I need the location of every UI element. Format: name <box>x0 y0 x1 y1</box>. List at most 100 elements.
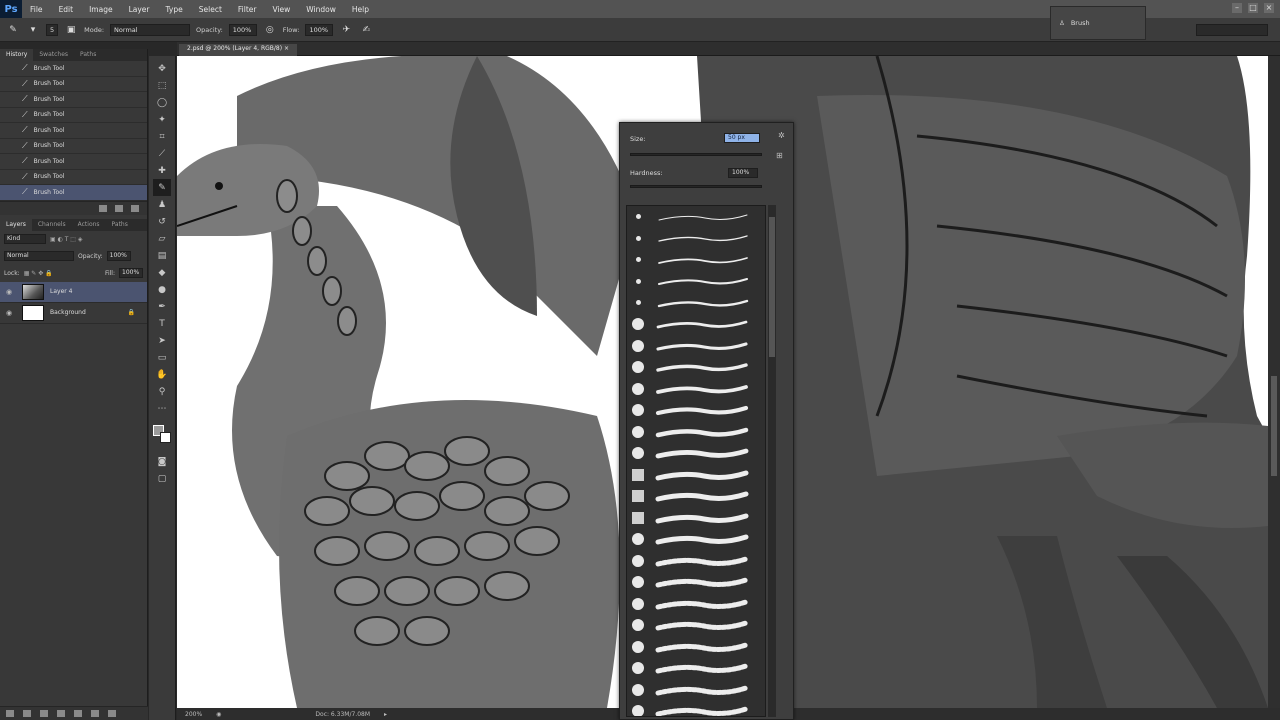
status-menu-arrow-icon[interactable]: ▸ <box>384 711 387 718</box>
brush-preset-item[interactable] <box>627 507 765 529</box>
brush-preset-item[interactable] <box>627 357 765 379</box>
brush-panel-toggle-icon[interactable]: ▣ <box>64 23 78 37</box>
tab-paths[interactable]: Paths <box>74 49 102 61</box>
healing-tool-icon[interactable]: ✚ <box>153 162 171 179</box>
airbrush-icon[interactable]: ✈ <box>339 23 353 37</box>
flow-field[interactable]: 100% <box>305 23 334 36</box>
size-slider[interactable] <box>630 153 762 156</box>
brush-tool-icon[interactable]: ✎ <box>153 179 171 196</box>
lasso-tool-icon[interactable]: ◯ <box>153 94 171 111</box>
background-color-swatch[interactable] <box>160 432 171 443</box>
brush-tool-icon[interactable]: ✎ <box>6 23 20 37</box>
brush-preset-item[interactable] <box>627 550 765 572</box>
menu-type[interactable]: Type <box>158 5 191 14</box>
maximize-icon[interactable]: □ <box>1248 3 1258 13</box>
brush-size-preview[interactable]: 5 <box>46 23 59 36</box>
shape-tool-icon[interactable]: ▭ <box>153 349 171 366</box>
eye-icon[interactable]: ◉ <box>6 309 16 317</box>
zoom-level[interactable]: 200% <box>185 711 202 718</box>
mode-select[interactable]: Normal <box>110 23 191 36</box>
history-item[interactable]: ⟋ Brush Tool <box>0 123 147 139</box>
brush-preset-item[interactable] <box>627 464 765 486</box>
snapshot-icon[interactable] <box>115 204 123 212</box>
history-item[interactable]: ⟋ Brush Tool <box>0 170 147 185</box>
brush-preset-item[interactable] <box>627 249 765 271</box>
brush-preset-item[interactable] <box>627 271 765 293</box>
history-item[interactable]: ⟋ Brush Tool <box>0 77 147 92</box>
clone-stamp-tool-icon[interactable]: ♟ <box>153 196 171 213</box>
brush-preset-item[interactable] <box>627 314 765 336</box>
zoom-tool-icon[interactable]: ⚲ <box>153 383 171 400</box>
close-icon[interactable]: × <box>284 45 289 52</box>
canvas-vertical-scrollbar[interactable] <box>1268 56 1280 708</box>
quick-select-tool-icon[interactable]: ✦ <box>153 111 171 128</box>
quick-mask-icon[interactable]: ◙ <box>153 453 171 470</box>
hand-tool-icon[interactable]: ✋ <box>153 366 171 383</box>
trash-icon[interactable] <box>108 710 116 717</box>
brush-preset-item[interactable] <box>627 486 765 508</box>
brush-preset-item[interactable] <box>627 701 765 716</box>
menu-select[interactable]: Select <box>191 5 230 14</box>
workspace-select[interactable] <box>1196 24 1268 36</box>
brush-preset-item[interactable] <box>627 228 765 250</box>
chevron-down-icon[interactable]: ▾ <box>26 23 40 37</box>
path-select-tool-icon[interactable]: ➤ <box>153 332 171 349</box>
close-icon[interactable]: × <box>1264 3 1274 13</box>
lock-icons[interactable]: ▦ ✎ ✥ 🔒 <box>24 270 53 277</box>
tab-channels[interactable]: Channels <box>32 219 72 231</box>
brush-preset-item[interactable] <box>627 292 765 314</box>
brush-presets-panel[interactable]: ♙ Brush <box>1050 6 1146 40</box>
minimize-icon[interactable]: – <box>1232 3 1242 13</box>
settings-gear-icon[interactable]: ✲ <box>778 131 785 140</box>
history-item[interactable]: ⟋ Brush Tool <box>0 154 147 170</box>
history-item[interactable]: ⟋ Brush Tool <box>0 92 147 108</box>
move-tool-icon[interactable]: ✥ <box>153 60 171 77</box>
brush-preset-item[interactable] <box>627 421 765 443</box>
crop-tool-icon[interactable]: ⌗ <box>153 128 171 145</box>
eraser-tool-icon[interactable]: ▱ <box>153 230 171 247</box>
tab-history[interactable]: History <box>0 49 34 61</box>
menu-image[interactable]: Image <box>81 5 121 14</box>
brush-preset-item[interactable] <box>627 593 765 615</box>
filter-icons[interactable]: ▣ ◐ T ⬚ ◈ <box>50 236 82 243</box>
tab-swatches[interactable]: Swatches <box>33 49 74 61</box>
brush-list-scrollbar[interactable] <box>768 205 776 717</box>
fill-field[interactable]: 100% <box>119 268 143 278</box>
new-preset-icon[interactable]: ⊞ <box>776 151 783 160</box>
type-tool-icon[interactable]: T <box>153 315 171 332</box>
pressure-opacity-icon[interactable]: ◎ <box>263 23 277 37</box>
menu-file[interactable]: File <box>22 5 51 14</box>
blur-tool-icon[interactable]: ◆ <box>153 264 171 281</box>
scrollbar-thumb[interactable] <box>769 217 775 357</box>
new-layer-icon[interactable] <box>91 710 99 717</box>
adjustment-layer-icon[interactable] <box>57 710 65 717</box>
brush-preset-item[interactable] <box>627 615 765 637</box>
dodge-tool-icon[interactable]: ● <box>153 281 171 298</box>
new-document-from-state-icon[interactable] <box>99 204 107 212</box>
add-mask-icon[interactable] <box>40 710 48 717</box>
brush-preset-item[interactable] <box>627 679 765 701</box>
brush-preset-item[interactable] <box>627 335 765 357</box>
size-field[interactable]: 50 px <box>724 133 760 143</box>
history-item[interactable]: ⟋ Brush Tool <box>0 108 147 123</box>
layer-opacity-field[interactable]: 100% <box>106 251 131 261</box>
brush-preset-item[interactable] <box>627 529 765 551</box>
pen-tool-icon[interactable]: ✒ <box>153 298 171 315</box>
brush-preset-item[interactable] <box>627 443 765 465</box>
brush-preset-item[interactable] <box>627 400 765 422</box>
menu-layer[interactable]: Layer <box>121 5 158 14</box>
filter-kind-select[interactable]: Kind <box>4 234 46 244</box>
blend-mode-select[interactable]: Normal <box>4 251 74 261</box>
gradient-tool-icon[interactable]: ▤ <box>153 247 171 264</box>
history-item[interactable]: ⟋ Brush Tool <box>0 139 147 154</box>
layer-style-icon[interactable] <box>23 710 31 717</box>
brush-preset-item[interactable] <box>627 658 765 680</box>
screen-mode-icon[interactable]: ▢ <box>153 470 171 487</box>
new-group-icon[interactable] <box>74 710 82 717</box>
brush-preset-item[interactable] <box>627 378 765 400</box>
hardness-field[interactable]: 100% <box>728 168 758 178</box>
brush-preset-item[interactable] <box>627 572 765 594</box>
trash-icon[interactable] <box>131 204 139 212</box>
brush-preset-item[interactable] <box>627 636 765 658</box>
menu-view[interactable]: View <box>264 5 298 14</box>
